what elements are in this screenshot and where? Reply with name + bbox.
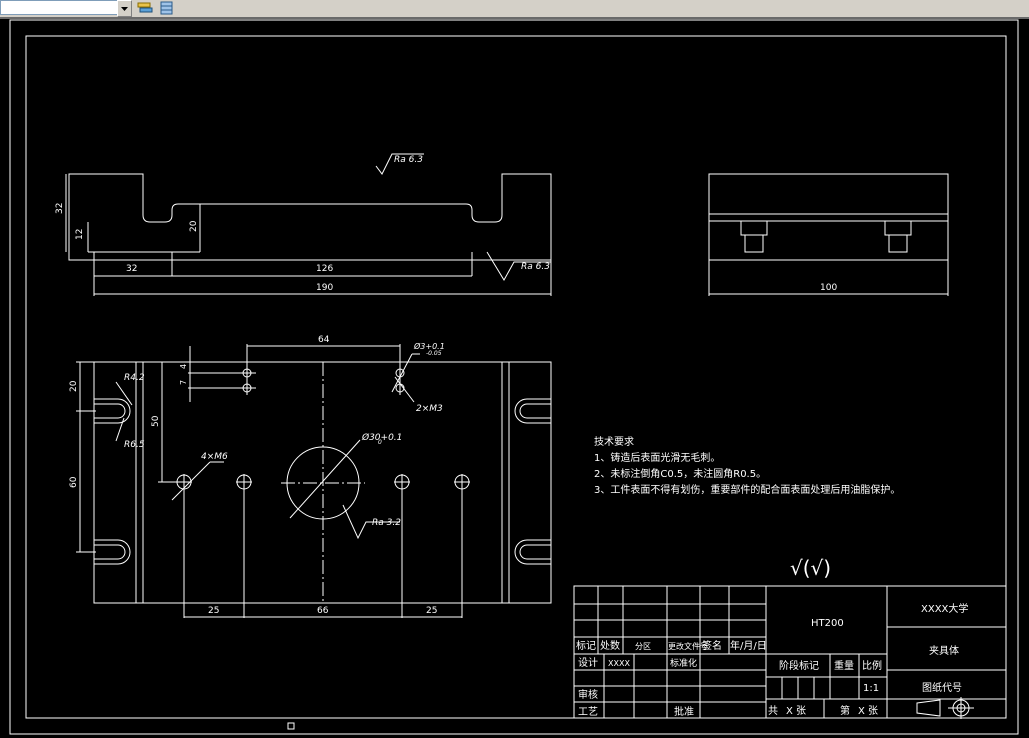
tb-qianming: 签名 [702,639,722,652]
tb-bili: 比例 [862,659,882,672]
tb-zhang1: X 张 [786,705,806,717]
dim-12: 12 [75,229,85,240]
roughness-hole-label: Ra 3.2 [372,518,401,528]
school-name: XXXX大学 [921,602,968,615]
tb-zhang2: X 张 [858,705,878,717]
tb-shenhe: 审核 [578,688,598,701]
dim-32-width: 32 [126,264,137,274]
material-label: HT200 [811,618,844,629]
dim-100: 100 [820,283,837,293]
dim-20-top: 20 [189,220,199,232]
tb-zhongliang: 重量 [834,659,854,672]
tech-requirement-1: 1、铸造后表面光滑无毛刺。 [594,451,720,464]
tech-requirement-2: 2、未标注倒角C0.5，未注圆角R0.5。 [594,467,766,480]
tb-gongyi: 工艺 [578,706,598,718]
tb-designer: XXXX [608,659,630,668]
tb-gong: 共 [768,705,778,717]
tb-jieduan: 阶段标记 [779,659,819,672]
tech-requirement-3: 3、工件表面不得有划伤，重要部件的配合面表面处理后用油脂保护。 [594,483,900,496]
part-name: 夹具体 [929,644,959,657]
dim-20-side: 20 [69,380,79,392]
dim-25-right: 25 [426,606,437,616]
dim-60: 60 [69,476,79,488]
dim-25-left: 25 [208,606,219,616]
drawing-number-label: 图纸代号 [922,681,962,694]
radius-r42: R4.2 [124,373,145,383]
sheet-outer-border [9,19,1019,735]
tb-di: 第 [840,704,850,717]
dim-64: 64 [318,335,330,345]
tb-scale: 1:1 [863,683,879,694]
front-view [65,153,552,296]
tb-biaoji: 标记 [576,640,596,652]
roughness-top-label: Ra 6.3 [394,155,423,165]
sheet-inner-border [25,35,1007,719]
dim-126: 126 [316,264,333,274]
tb-sheji: 设计 [578,656,598,669]
dim-7: 7 [179,380,188,385]
dim-190: 190 [316,283,333,293]
tb-nianyueri: 年/月/日 [730,639,767,652]
dim-50: 50 [151,415,161,427]
tb-biaozhunhua: 标准化 [670,657,697,669]
top-view [76,344,552,618]
tb-fenqu: 分区 [635,642,651,651]
general-roughness-symbol: √(√) [790,556,831,580]
side-view [708,173,949,296]
dim-66: 66 [317,606,329,616]
hole-phi30-tol: 0 [378,439,382,446]
grip-square[interactable] [287,722,295,730]
thread-m6: 4×M6 [201,452,228,462]
thread-m3: 2×M3 [416,404,443,414]
dim-4: 4 [179,364,188,369]
tech-requirements-title: 技术要求 [594,435,634,448]
roughness-right-label: Ra 6.3 [521,262,550,272]
tb-pizhun: 批准 [674,705,694,718]
hole-phi3-tol: -0.05 [426,350,442,357]
radius-r65: R6.5 [124,440,145,450]
tb-chushu: 处数 [600,639,620,652]
drawing-canvas[interactable]: 32 12 20 32 126 190 Ra 6.3 Ra 6.3 100 64… [0,0,1029,738]
dim-32-height: 32 [55,203,65,214]
